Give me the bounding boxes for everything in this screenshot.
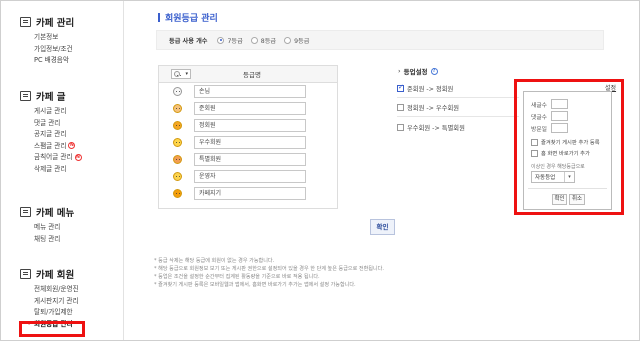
radio-7-grades[interactable]: 7등급 bbox=[217, 36, 243, 45]
grade-emoji-icon bbox=[173, 138, 182, 147]
grade-name-input[interactable]: 손님 bbox=[194, 85, 306, 98]
title-marker bbox=[158, 13, 160, 22]
grade-table-header: ▾ 등급명 bbox=[159, 66, 337, 83]
grade-name-input[interactable]: 운영자 bbox=[194, 170, 306, 183]
sidebar-item-menu-manage[interactable]: 메뉴 관리 bbox=[34, 222, 74, 234]
member-icon bbox=[20, 269, 31, 279]
grade-name-input[interactable]: 정회원 bbox=[194, 119, 306, 132]
radio-icon bbox=[284, 36, 292, 44]
sidebar-section-posts: 카페 글 게시글 관리 댓글 관리 공지글 관리 스팸글 관리 N 금칙어글 관리… bbox=[20, 89, 82, 175]
grade-emoji-icon bbox=[173, 172, 182, 181]
page-title-text: 회원등급 관리 bbox=[165, 14, 218, 24]
table-row: 카페지기 bbox=[159, 185, 337, 202]
page-title: 회원등급 관리 bbox=[158, 11, 218, 24]
divider bbox=[397, 97, 519, 98]
grade-name-header: 등급명 bbox=[243, 71, 261, 79]
new-badge: N bbox=[68, 142, 76, 149]
sidebar-item-board-keeper[interactable]: 게시판지기 관리 bbox=[34, 296, 79, 308]
sidebar-section-title: 카페 관리 bbox=[36, 18, 75, 29]
promotion-title: › 등업설정 ? bbox=[398, 66, 438, 76]
radio-8-grades[interactable]: 8등급 bbox=[250, 36, 277, 45]
sidebar-item-label: 금칙어글 관리 bbox=[34, 153, 73, 161]
radio-label: 7등급 bbox=[227, 37, 243, 45]
table-row: 정회원 bbox=[159, 117, 337, 134]
sidebar-item-label: 스팸글 관리 bbox=[34, 141, 67, 150]
sidebar-item-spam-manage[interactable]: 스팸글 관리 N bbox=[34, 141, 82, 153]
promotion-row[interactable]: 준회원 -> 정회원 bbox=[397, 83, 515, 93]
chevron-right-icon: › bbox=[398, 67, 401, 75]
highlight-box-sidebar bbox=[19, 321, 85, 337]
help-icon[interactable]: ? bbox=[430, 67, 438, 75]
divider bbox=[397, 116, 519, 117]
confirm-button[interactable]: 확인 bbox=[370, 219, 395, 235]
promotion-row[interactable]: 우수회원 -> 특별회원 bbox=[397, 123, 515, 132]
main-content: 회원등급 관리 등급 사용 개수 7등급 8등급 9등급 ▾ 등급명 손님 준회… bbox=[125, 1, 639, 340]
sidebar-section-title: 카페 글 bbox=[36, 92, 66, 103]
sidebar-section-cafe-manage: 카페 관리 기본정보 가입정보/조건 PC 배경음악 bbox=[20, 15, 74, 67]
grade-emoji-icon bbox=[173, 155, 182, 164]
promotion-label: 준회원 -> 정회원 bbox=[407, 86, 454, 93]
face-icon bbox=[174, 71, 180, 77]
radio-icon bbox=[250, 36, 258, 44]
promotion-label: 우수회원 -> 특별회원 bbox=[407, 125, 465, 132]
grade-name-input[interactable]: 특별회원 bbox=[194, 153, 306, 166]
promotion-row[interactable]: 정회원 -> 우수회원 bbox=[397, 103, 515, 112]
sidebar-item-banned-word-manage[interactable]: 금칙어글 관리 N bbox=[34, 152, 82, 164]
grade-emoji-icon bbox=[173, 87, 182, 96]
note-line: * 등급 삭제는 해당 등급에 회원이 없는 경우 가능합니다. bbox=[154, 258, 275, 264]
sidebar-section-title: 카페 회원 bbox=[36, 270, 75, 281]
note-line: * 해당 등급으로 회원정보 보기 또는 게시판 권한으로 설정되어 있을 경우… bbox=[154, 266, 384, 272]
sidebar-item-comment-manage[interactable]: 댓글 관리 bbox=[34, 118, 82, 130]
checkbox[interactable] bbox=[397, 104, 404, 111]
sidebar-item-deleted-manage[interactable]: 삭제글 관리 bbox=[34, 164, 82, 176]
sidebar-item-join-info[interactable]: 가입정보/조건 bbox=[34, 44, 74, 56]
sidebar-item-basic-info[interactable]: 기본정보 bbox=[34, 32, 74, 44]
sidebar-section-title: 카페 메뉴 bbox=[36, 208, 75, 219]
sidebar-item-notice-manage[interactable]: 공지글 관리 bbox=[34, 129, 82, 141]
menu-icon bbox=[20, 207, 31, 217]
grade-name-input[interactable]: 준회원 bbox=[194, 102, 306, 115]
grade-table: ▾ 등급명 손님 준회원 정회원 우수회원 특별회원 운영자 카페지기 bbox=[158, 65, 338, 209]
grade-name-input[interactable]: 우수회원 bbox=[194, 136, 306, 149]
sidebar-item-pc-bgm[interactable]: PC 배경음악 bbox=[34, 55, 74, 67]
sidebar-item-post-manage[interactable]: 게시글 관리 bbox=[34, 106, 82, 118]
sidebar-item-chat-manage[interactable]: 채팅 관리 bbox=[34, 234, 74, 246]
promotion-label: 정회원 -> 우수회원 bbox=[407, 105, 460, 112]
post-icon bbox=[20, 91, 31, 101]
grade-emoji-icon bbox=[173, 189, 182, 198]
sidebar-item-all-members[interactable]: 전체회원/운영진 bbox=[34, 284, 79, 296]
radio-9-grades[interactable]: 9등급 bbox=[284, 36, 309, 45]
chevron-down-icon: ▾ bbox=[185, 71, 188, 77]
grade-emoji-icon bbox=[173, 121, 182, 130]
note-line: * 즐겨찾기 게시판 등록은 모바일웹과 앱에서, 홈화면 바로가기 추가는 앱… bbox=[154, 282, 356, 288]
note-line: * 등업은 조건을 설정한 순간부터 집계된 활동량을 기준으로 바로 적용 됩… bbox=[154, 274, 320, 280]
grade-count-label: 등급 사용 개수 bbox=[169, 37, 208, 45]
grade-emoji-icon bbox=[173, 104, 182, 113]
sidebar-section-menu: 카페 메뉴 메뉴 관리 채팅 관리 bbox=[20, 205, 74, 245]
table-row: 특별회원 bbox=[159, 151, 337, 168]
icon-select[interactable]: ▾ bbox=[171, 69, 191, 79]
table-row: 손님 bbox=[159, 83, 337, 100]
checkbox[interactable] bbox=[397, 124, 404, 131]
table-row: 준회원 bbox=[159, 100, 337, 117]
grade-name-input[interactable]: 카페지기 bbox=[194, 187, 306, 200]
radio-icon bbox=[217, 36, 225, 44]
new-badge: N bbox=[74, 153, 82, 161]
cafe-manage-icon bbox=[20, 17, 31, 27]
radio-label: 8등급 bbox=[260, 37, 277, 45]
sidebar: 카페 관리 기본정보 가입정보/조건 PC 배경음악 카페 글 게시글 관리 댓… bbox=[1, 1, 124, 340]
grade-count-bar: 등급 사용 개수 7등급 8등급 9등급 bbox=[156, 30, 604, 50]
checkbox[interactable] bbox=[397, 83, 404, 92]
table-row: 운영자 bbox=[159, 168, 337, 185]
promotion-title-text: 등업설정 bbox=[403, 68, 428, 76]
sidebar-item-withdraw-restrict[interactable]: 탈퇴/가입제한 bbox=[34, 307, 79, 319]
notes: * 등급 삭제는 해당 등급에 회원이 없는 경우 가능합니다. * 해당 등급… bbox=[154, 257, 624, 289]
radio-label: 9등급 bbox=[294, 37, 310, 45]
highlight-box-panel bbox=[514, 79, 624, 215]
table-row: 우수회원 bbox=[159, 134, 337, 151]
